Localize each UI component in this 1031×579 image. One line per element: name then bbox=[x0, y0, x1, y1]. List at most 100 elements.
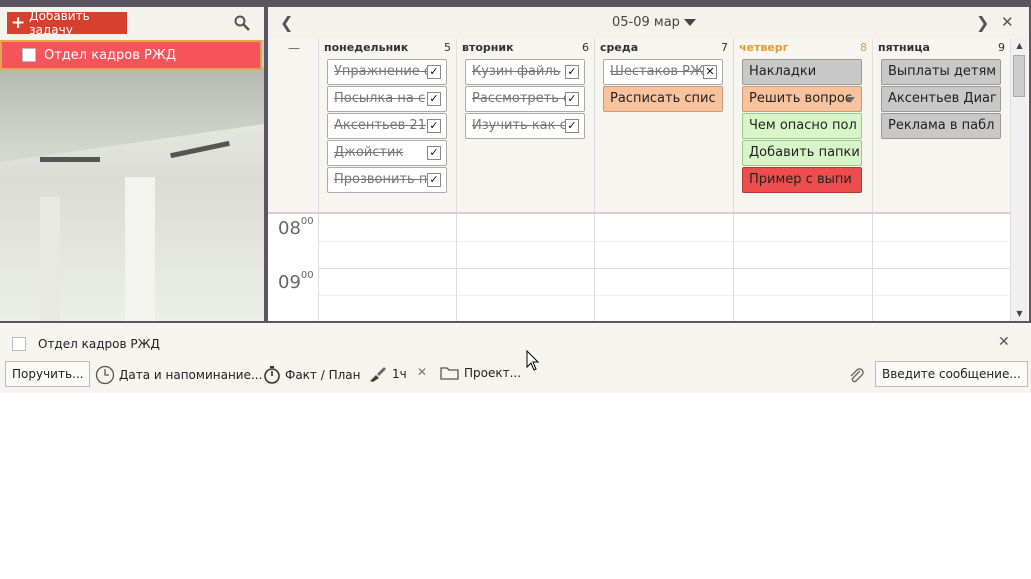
task-card[interactable]: Кузин файль ✓ bbox=[465, 59, 585, 85]
task-card[interactable]: Выплаты детям bbox=[881, 59, 1001, 85]
task-title: Чем опасно пол bbox=[749, 118, 857, 133]
uncheck-icon[interactable]: ✕ bbox=[703, 65, 717, 79]
date-reminder-button[interactable]: Дата и напоминание... bbox=[95, 365, 262, 385]
next-week-icon[interactable]: ❯ bbox=[976, 13, 989, 32]
task-title[interactable]: Отдел кадров РЖД bbox=[38, 337, 160, 351]
task-title-row: Отдел кадров РЖД bbox=[12, 337, 160, 351]
gridline bbox=[733, 214, 734, 321]
gridline bbox=[456, 214, 457, 321]
task-checkbox[interactable] bbox=[12, 337, 26, 351]
task-title: Пример с выпи bbox=[749, 172, 852, 187]
check-icon[interactable]: ✓ bbox=[427, 65, 441, 79]
gridline bbox=[318, 241, 1010, 242]
task-title: Аксентьев 21 bbox=[334, 118, 426, 133]
calendar-scrollbar[interactable]: ▲ ▼ bbox=[1010, 39, 1027, 321]
background-column bbox=[125, 177, 155, 321]
gridline bbox=[318, 268, 1010, 269]
check-icon[interactable]: ✓ bbox=[565, 92, 579, 106]
calendar-nav: ❮ 05-09 мар ❯ ✕ bbox=[268, 7, 1029, 39]
check-icon[interactable]: ✓ bbox=[565, 119, 579, 133]
message-input[interactable]: Введите сообщение... bbox=[875, 361, 1028, 387]
task-toolbar: Поручить... Дата и напоминание... Факт /… bbox=[0, 359, 1031, 387]
time-grid[interactable]: 0800 0900 bbox=[268, 212, 1010, 321]
day-header: пятница 9 bbox=[873, 39, 1010, 57]
day-name: понедельник bbox=[324, 41, 409, 54]
task-body-area[interactable] bbox=[0, 393, 1031, 579]
gridline bbox=[318, 214, 319, 321]
paperclip-icon[interactable] bbox=[848, 367, 866, 385]
day-number: 7 bbox=[721, 41, 728, 54]
gridline bbox=[872, 214, 873, 321]
task-card[interactable]: Джойстик ✓ bbox=[327, 140, 447, 166]
day-number: 5 bbox=[444, 41, 451, 54]
check-icon[interactable]: ✓ bbox=[427, 173, 441, 187]
chevron-down-icon bbox=[683, 19, 696, 26]
day-header: четверг 8 bbox=[734, 39, 872, 57]
task-title: Кузин файль bbox=[472, 64, 561, 79]
scrollbar-thumb[interactable] bbox=[1013, 55, 1025, 97]
task-card[interactable]: Шестаков РЖ ✕ bbox=[603, 59, 723, 85]
gridline bbox=[594, 214, 595, 321]
check-icon[interactable]: ✓ bbox=[427, 146, 441, 160]
task-title: Упражнение с bbox=[334, 64, 432, 79]
fact-plan-button[interactable]: Факт / План bbox=[263, 365, 361, 385]
prev-week-icon[interactable]: ❮ bbox=[280, 13, 293, 32]
task-card[interactable]: Аксентьев Диаг bbox=[881, 86, 1001, 112]
task-title: Выплаты детям bbox=[888, 64, 997, 79]
day-number: 8 bbox=[860, 41, 867, 54]
scroll-down-icon[interactable]: ▼ bbox=[1011, 307, 1028, 321]
dropdown-arrow-icon[interactable] bbox=[845, 97, 855, 103]
task-card[interactable]: Добавить папки bbox=[742, 140, 862, 166]
task-card[interactable]: Посылка на с ✓ bbox=[327, 86, 447, 112]
projects-panel: + Добавить задачу Отдел кадров РЖД bbox=[0, 7, 264, 321]
day-name: четверг bbox=[739, 41, 789, 54]
task-card[interactable]: Накладки bbox=[742, 59, 862, 85]
clock-icon bbox=[95, 365, 115, 385]
scroll-up-icon[interactable]: ▲ bbox=[1011, 39, 1028, 53]
task-card[interactable]: Рассмотреть е ✓ bbox=[465, 86, 585, 112]
project-checkbox[interactable] bbox=[22, 48, 36, 62]
collapse-allday-button[interactable]: — bbox=[288, 41, 300, 55]
mouse-cursor-icon bbox=[526, 350, 540, 371]
task-card[interactable]: Пример с выпи bbox=[742, 167, 862, 193]
task-title: Посылка на с bbox=[334, 91, 426, 106]
task-card[interactable]: Упражнение с ✓ bbox=[327, 59, 447, 85]
date-range-label: 05-09 мар bbox=[612, 15, 680, 30]
check-icon[interactable]: ✓ bbox=[427, 92, 441, 106]
close-icon[interactable]: ✕ bbox=[998, 334, 1010, 350]
date-range-selector[interactable]: 05-09 мар bbox=[612, 15, 696, 30]
task-card[interactable]: Чем опасно пол bbox=[742, 113, 862, 139]
search-icon[interactable] bbox=[234, 15, 250, 31]
task-card[interactable]: Реклама в пабл bbox=[881, 113, 1001, 139]
task-card[interactable]: Расписать спис bbox=[603, 86, 723, 112]
task-title: Расписать спис bbox=[610, 91, 716, 106]
check-icon[interactable]: ✓ bbox=[565, 65, 579, 79]
day-number: 6 bbox=[582, 41, 589, 54]
task-title: Аксентьев Диаг bbox=[888, 91, 997, 106]
background-ceiling bbox=[0, 67, 264, 162]
add-task-button[interactable]: + Добавить задачу bbox=[7, 9, 127, 37]
hour-label: 0800 bbox=[278, 216, 314, 239]
plus-icon: + bbox=[11, 12, 26, 33]
task-details-panel: Отдел кадров РЖД ✕ Поручить... Дата и на… bbox=[0, 323, 1031, 393]
fact-plan-label: Факт / План bbox=[285, 368, 361, 382]
project-button[interactable]: Проект... bbox=[440, 365, 521, 381]
check-icon[interactable]: ✓ bbox=[427, 119, 441, 133]
projects-toolbar: + Добавить задачу bbox=[0, 7, 264, 40]
clear-duration-icon[interactable]: ✕ bbox=[417, 365, 427, 379]
task-card[interactable]: Решить вопрос bbox=[742, 86, 862, 112]
week-calendar: ❮ 05-09 мар ❯ ✕ — понедельник 5 Упражнени… bbox=[268, 7, 1029, 321]
task-title: Добавить папки bbox=[749, 145, 860, 160]
task-card[interactable]: Прозвонить п ✓ bbox=[327, 167, 447, 193]
task-title: Изучить как с bbox=[472, 118, 567, 133]
project-label: Проект... bbox=[464, 366, 522, 380]
task-card[interactable]: Изучить как с ✓ bbox=[465, 113, 585, 139]
project-item[interactable]: Отдел кадров РЖД bbox=[0, 40, 262, 70]
day-header: вторник 6 bbox=[457, 39, 594, 57]
duration-button[interactable]: 1ч bbox=[368, 365, 407, 383]
day-name: пятница bbox=[878, 41, 930, 54]
assign-button[interactable]: Поручить... bbox=[5, 361, 91, 387]
day-name: вторник bbox=[462, 41, 514, 54]
task-card[interactable]: Аксентьев 21 ✓ bbox=[327, 113, 447, 139]
close-icon[interactable]: ✕ bbox=[1001, 13, 1014, 31]
